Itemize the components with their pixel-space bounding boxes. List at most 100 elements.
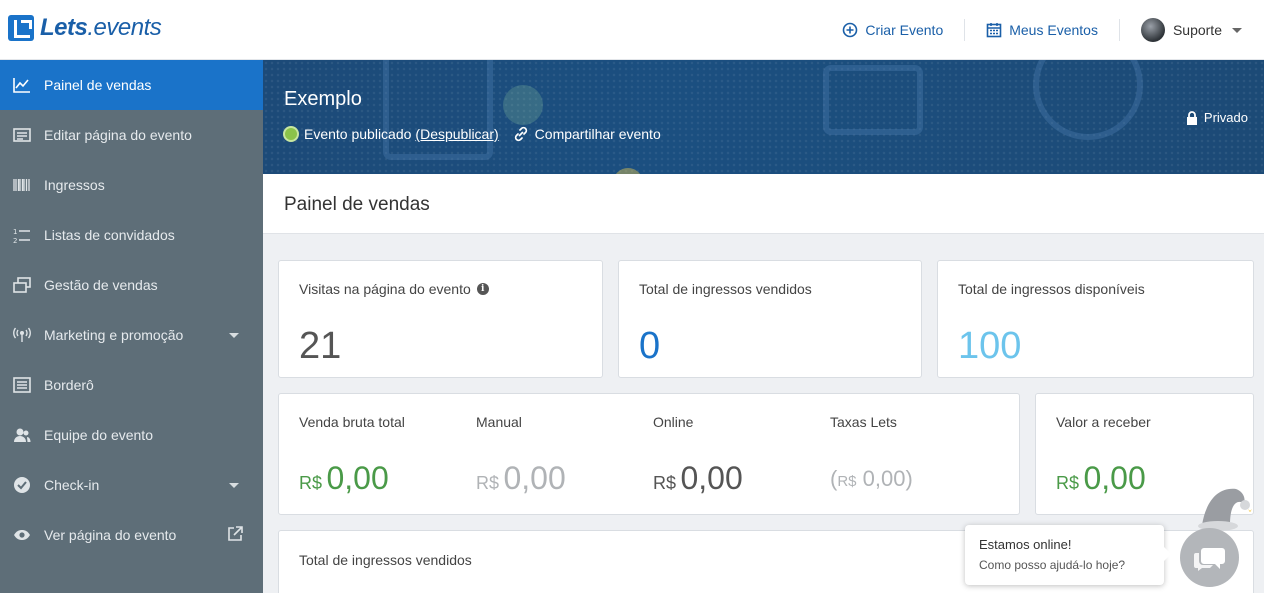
sidebar-item-label: Ingressos (44, 177, 105, 193)
event-title: Exemplo (284, 88, 362, 110)
sold-label: Total de ingressos vendidos (639, 281, 812, 297)
sidebar-item-ingressos[interactable]: Ingressos (0, 160, 263, 210)
top-nav: Criar Evento Meus Eventos Suporte (821, 0, 1264, 60)
sidebar-item-gestao-de-vendas[interactable]: Gestão de vendas (0, 260, 263, 310)
online-label: Online (653, 414, 694, 430)
receivable-amount: 0,00 (1083, 460, 1146, 496)
plus-circle-icon (843, 22, 858, 38)
logo-text: Lets.events (40, 14, 162, 41)
event-status-row: Evento publicado (Despublicar) Compartil… (283, 126, 661, 142)
event-banner: Exemplo Evento publicado (Despublicar) C… (263, 60, 1264, 174)
banner-decoration (503, 85, 543, 125)
privacy-label: Privado (1203, 110, 1248, 125)
info-icon[interactable]: i (476, 283, 489, 295)
sidebar-item-label: Marketing e promoção (44, 327, 184, 343)
numbered-list-icon: 12 (12, 225, 32, 245)
svg-text:1: 1 (13, 228, 17, 236)
sidebar-item-label: Ver página do evento (44, 527, 177, 543)
sidebar-item-label: Gestão de vendas (44, 277, 158, 293)
sidebar-item-check-in[interactable]: Check-in (0, 460, 263, 510)
calendar-icon (986, 23, 1002, 38)
external-link-icon (227, 526, 243, 545)
currency-symbol: R$ (476, 473, 500, 493)
fees-close-paren: ) (905, 466, 913, 491)
logo[interactable]: Lets.events (8, 14, 162, 42)
user-menu[interactable]: Suporte (1120, 18, 1264, 42)
page-title: Painel de vendas (284, 194, 430, 215)
sidebar-item-listas-de-convidados[interactable]: 12 Listas de convidados (0, 210, 263, 260)
online-amount: 0,00 (680, 460, 743, 496)
visits-label-row: Visitas na página do evento i (299, 281, 489, 297)
sidebar-item-label: Check-in (44, 477, 100, 493)
privacy-toggle[interactable]: Privado (1186, 110, 1248, 125)
online-value: R$ 0,00 (653, 460, 743, 497)
available-value: 100 (958, 325, 1022, 367)
logo-mark-icon (8, 15, 34, 41)
unpublish-link[interactable]: (Despublicar) (415, 126, 498, 142)
create-event-link[interactable]: Criar Evento (821, 19, 966, 41)
fees-label: Taxas Lets (830, 414, 897, 430)
svg-text:2: 2 (13, 237, 17, 244)
currency-symbol: R$ (299, 473, 323, 493)
manual-value: R$ 0,00 (476, 460, 566, 497)
sidebar-item-label: Equipe do evento (44, 427, 153, 443)
page-icon (12, 125, 32, 145)
chevron-down-icon (229, 333, 239, 338)
ledger-icon (12, 375, 32, 395)
sidebar-item-marketing[interactable]: Marketing e promoção (0, 310, 263, 360)
broadcast-icon (12, 325, 32, 345)
barcode-icon (12, 175, 32, 195)
page-header: Painel de vendas (263, 174, 1264, 234)
sidebar-item-bordero[interactable]: Borderô (0, 360, 263, 410)
chat-open-button[interactable] (1180, 528, 1239, 587)
top-bar: Lets.events Criar Evento Meus Eventos Su… (0, 0, 1264, 60)
chat-line-2: Como posso ajudá-lo hoje? (979, 558, 1126, 572)
receivable-value: R$ 0,00 (1056, 460, 1146, 497)
fees-value: (R$ 0,00) (830, 466, 913, 492)
link-icon (514, 126, 527, 142)
my-events-link[interactable]: Meus Eventos (965, 19, 1120, 41)
share-event-link[interactable]: Compartilhar evento (513, 126, 661, 142)
share-event-label: Compartilhar evento (534, 126, 661, 142)
currency-symbol: R$ (653, 473, 677, 493)
chat-greeting[interactable]: Estamos online! Como posso ajudá-lo hoje… (965, 525, 1171, 585)
banner-decoration (823, 65, 923, 135)
status-dot-icon (283, 126, 299, 142)
chat-icon (1193, 547, 1225, 571)
team-icon (12, 425, 32, 445)
sidebar-item-ver-pagina[interactable]: Ver página do evento (0, 510, 263, 560)
visits-label: Visitas na página do evento (299, 281, 471, 297)
chevron-down-icon (229, 483, 239, 488)
create-event-label: Criar Evento (865, 22, 944, 38)
sidebar-item-label: Listas de convidados (44, 227, 175, 243)
available-card: Total de ingressos disponíveis 100 (937, 260, 1254, 378)
available-label: Total de ingressos disponíveis (958, 281, 1145, 297)
my-events-label: Meus Eventos (1009, 22, 1098, 38)
manual-amount: 0,00 (503, 460, 566, 496)
gross-label: Venda bruta total (299, 414, 405, 430)
banner-decoration (383, 60, 493, 160)
eye-icon (12, 525, 32, 545)
sidebar-item-editar-pagina[interactable]: Editar página do evento (0, 110, 263, 160)
sidebar-item-painel-de-vendas[interactable]: Painel de vendas (0, 60, 263, 110)
currency-symbol: R$ (837, 473, 857, 490)
manual-label: Manual (476, 414, 522, 430)
chat-line-1: Estamos online! (979, 537, 1072, 552)
visits-value: 21 (299, 325, 342, 367)
sidebar-item-label: Editar página do evento (44, 127, 192, 143)
visits-card: Visitas na página do evento i 21 (278, 260, 603, 378)
chart-section-title: Total de ingressos vendidos (299, 552, 472, 568)
sold-value: 0 (639, 325, 661, 367)
event-status: Evento publicado (304, 126, 412, 142)
windows-icon (12, 275, 32, 295)
chevron-down-icon (1232, 27, 1242, 33)
sidebar-item-label: Painel de vendas (44, 77, 152, 93)
fees-amount: 0,00 (862, 466, 906, 491)
sidebar: Painel de vendas Editar página do evento… (0, 60, 263, 593)
sidebar-item-label: Borderô (44, 377, 94, 393)
chart-line-icon (12, 75, 32, 95)
sales-breakdown-card: Venda bruta total R$ 0,00 Manual R$ 0,00… (278, 393, 1020, 515)
sidebar-item-equipe[interactable]: Equipe do evento (0, 410, 263, 460)
check-circle-icon (12, 475, 32, 495)
santa-hat-icon (1198, 488, 1252, 531)
